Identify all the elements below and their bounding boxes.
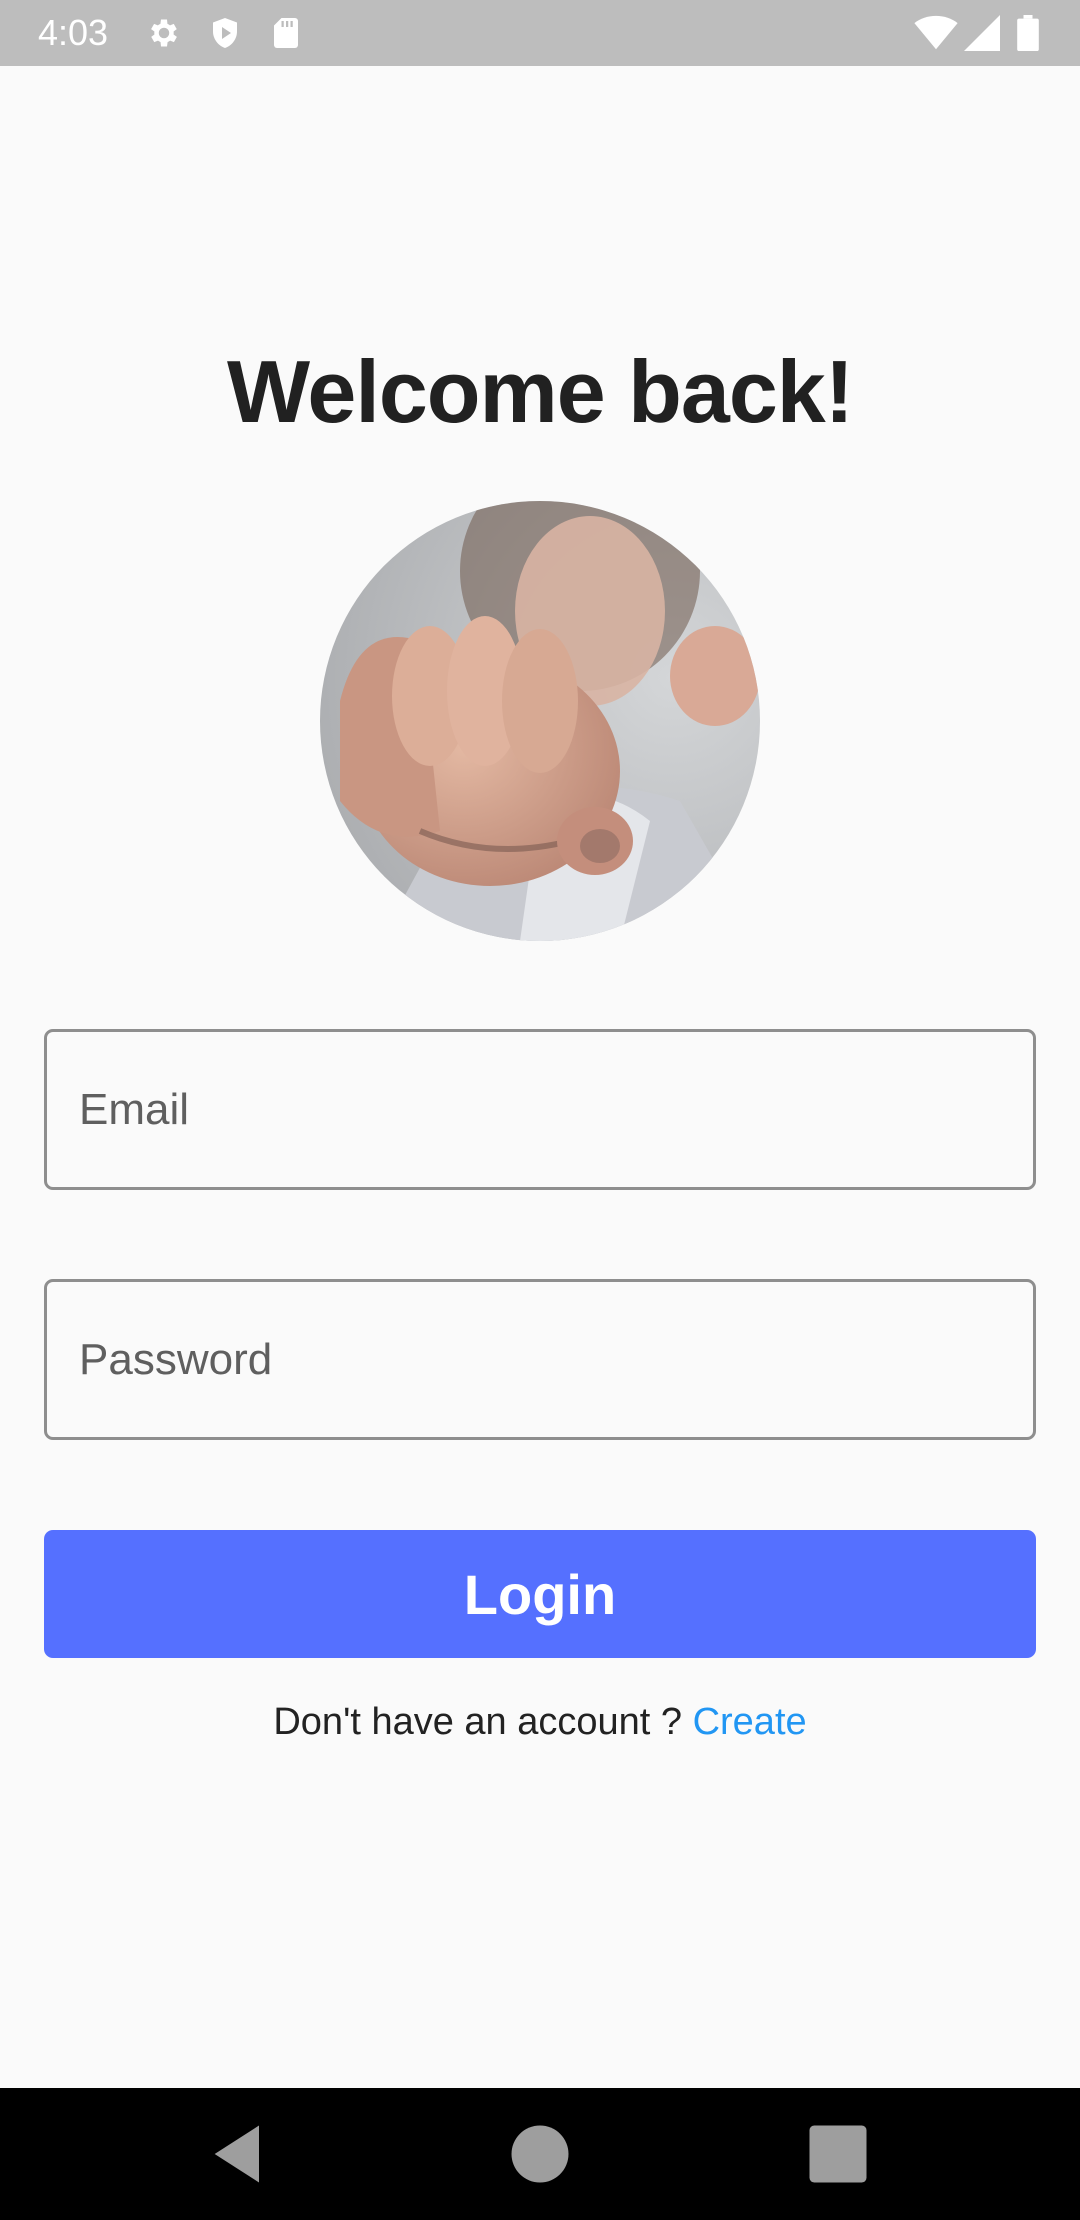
- password-input[interactable]: [47, 1282, 1033, 1437]
- status-time: 4:03: [38, 12, 109, 53]
- back-icon[interactable]: [202, 2116, 278, 2192]
- signup-row: Don't have an account ? Create: [0, 1701, 1080, 1744]
- login-screen: Welcome back! Email Login Don't have an …: [0, 66, 1080, 2088]
- email-input[interactable]: [47, 1032, 1033, 1187]
- email-field[interactable]: [44, 1029, 1036, 1190]
- create-account-link[interactable]: Create: [693, 1701, 807, 1743]
- avatar: [320, 501, 760, 941]
- signal-icon: [964, 15, 1000, 51]
- home-icon[interactable]: [502, 2116, 578, 2192]
- shield-icon: [213, 18, 237, 48]
- wifi-icon: [914, 15, 958, 50]
- recents-icon[interactable]: [800, 2116, 876, 2192]
- password-field[interactable]: [44, 1279, 1036, 1440]
- profile-photo: [320, 501, 760, 941]
- sd-card-icon: [274, 18, 298, 48]
- status-bar: 4:03: [0, 0, 1080, 66]
- signup-prompt: Don't have an account ?: [273, 1701, 693, 1743]
- gear-icon: [151, 19, 177, 47]
- login-button[interactable]: Login: [44, 1530, 1036, 1658]
- page-title: Welcome back!: [226, 342, 854, 441]
- battery-icon: [1017, 15, 1039, 51]
- navigation-bar: [0, 2088, 1080, 2220]
